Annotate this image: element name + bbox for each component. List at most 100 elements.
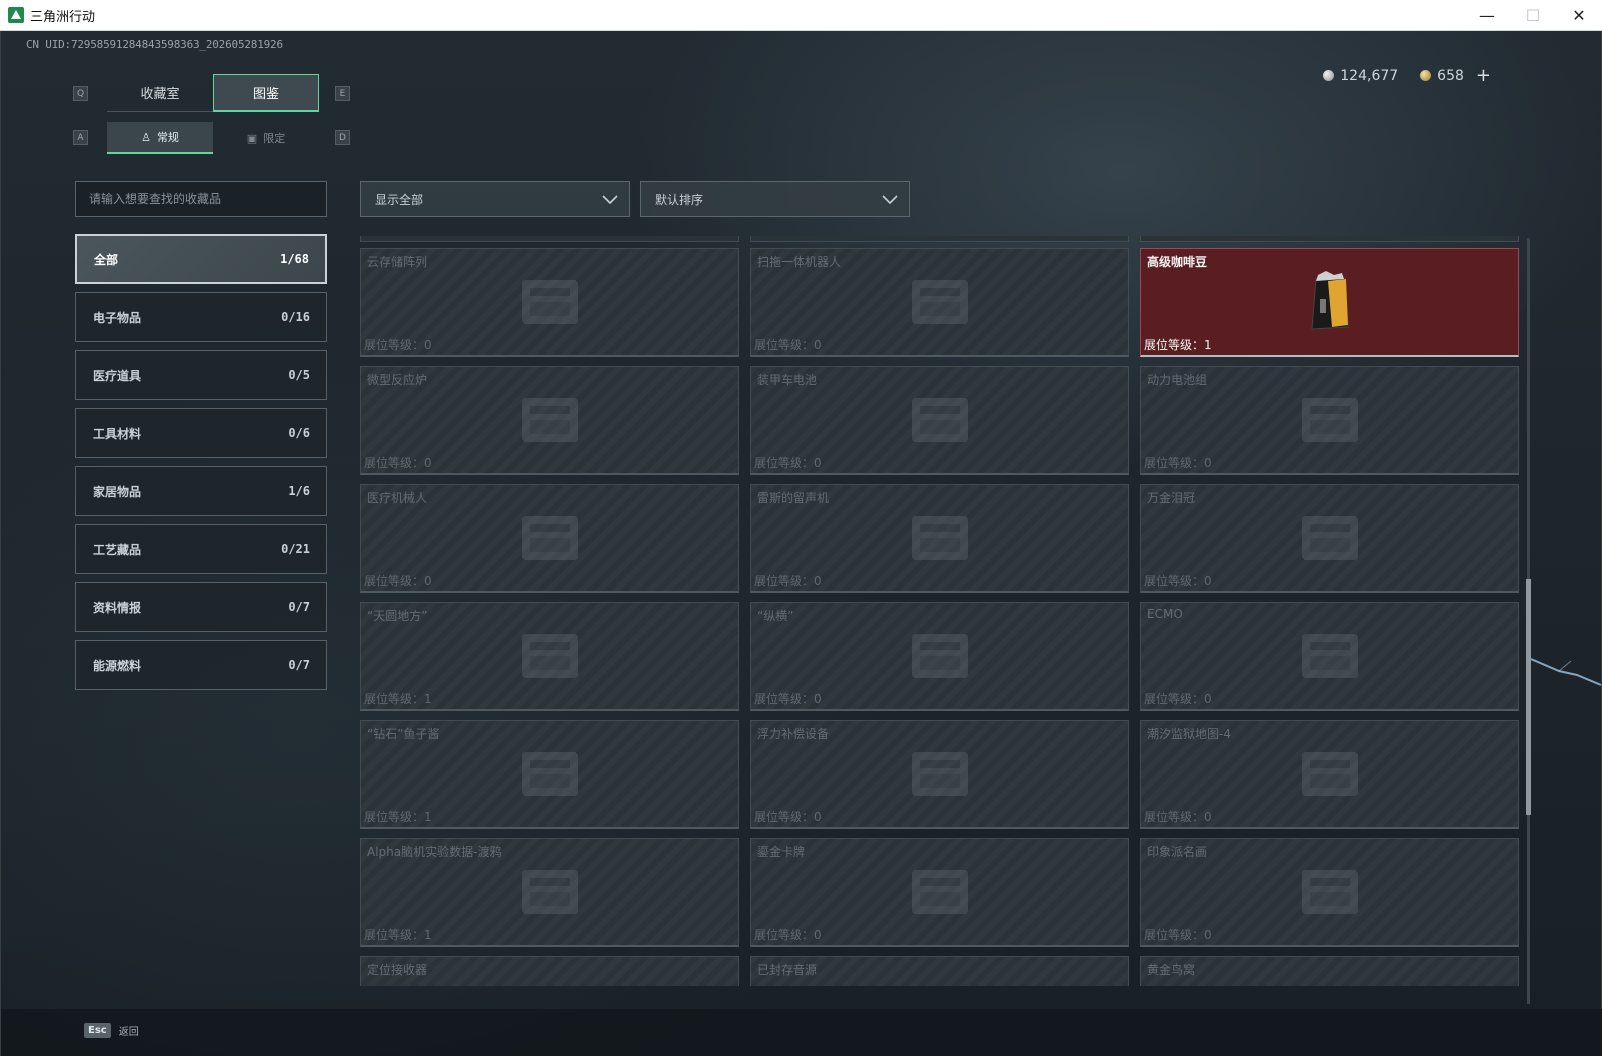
collection-tile[interactable]: “钻石”鱼子酱 展位等级：1 (360, 720, 739, 829)
collection-tile[interactable]: 鎏金卡牌 展位等级：0 (750, 838, 1129, 947)
subtab-regular[interactable]: ♙ 常规 (107, 122, 213, 154)
category-count: 0/7 (288, 658, 310, 672)
collection-tile[interactable]: 云存储阵列 展位等级：0 (360, 248, 739, 357)
collection-grid: 云存储阵列 展位等级：0 扫拖一体机器人 展位等级：0 高级咖啡豆 展位等级：1 微型反应炉… (360, 236, 1522, 1006)
subtab-limited[interactable]: ▣ 限定 (213, 122, 319, 154)
tile-level: 展位等级：0 (1144, 692, 1212, 706)
sort-dropdown[interactable]: 默认排序 (640, 181, 910, 217)
tile-level: 展位等级：0 (754, 338, 822, 352)
category-label: 家居物品 (93, 484, 142, 499)
category-count: 0/16 (281, 310, 310, 324)
tile-name: 印象派名画 (1147, 845, 1208, 859)
silver-amount: 124,677 (1340, 67, 1399, 84)
main-tabs: 收藏室 图鉴 (107, 74, 319, 112)
user-uid: CN UID:72958591284843598363_202605281926 (26, 38, 283, 51)
tile-level: 展位等级：1 (364, 692, 432, 706)
close-button[interactable]: ✕ (1556, 0, 1602, 31)
category-all[interactable]: 全部 1/68 (75, 234, 327, 284)
collection-tile[interactable]: 黄金鸟窝 (1140, 956, 1519, 986)
machine-icon (1301, 634, 1358, 678)
key-hint-a: A (73, 130, 88, 145)
next-row-remnant: 定位接收器 已封存音源 黄金鸟窝 (360, 956, 1522, 986)
app-logo-icon (8, 7, 24, 23)
tab-codex[interactable]: 图鉴 (213, 74, 319, 112)
esc-key-hint: Esc (84, 1023, 111, 1038)
add-currency-button[interactable]: + (1476, 65, 1491, 86)
tile-name: “钻石”鱼子酱 (367, 727, 440, 741)
collection-tile[interactable]: 万金泪冠 展位等级：0 (1140, 484, 1519, 593)
category-label: 全部 (94, 252, 119, 267)
category-label: 工艺藏品 (93, 542, 142, 557)
currency-bar: 124,677 658 + (1323, 65, 1491, 86)
previous-row-remnant (360, 236, 1522, 242)
tile-name: Alpha脑机实验数据-渡鸦 (367, 845, 502, 859)
category-medical[interactable]: 医疗道具 0/5 (75, 350, 327, 400)
category-intel[interactable]: 资料情报 0/7 (75, 582, 327, 632)
key-hint-q: Q (73, 86, 88, 101)
window-titlebar: 三角洲行动 — ☐ ✕ (0, 0, 1602, 31)
collection-tiles: 云存储阵列 展位等级：0 扫拖一体机器人 展位等级：0 高级咖啡豆 展位等级：1 微型反应炉… (360, 248, 1522, 947)
tile-name: 鎏金卡牌 (757, 845, 806, 859)
collection-tile[interactable]: 已封存音源 (750, 956, 1129, 986)
tile-name: ECMO (1147, 607, 1183, 621)
collection-tile[interactable]: 动力电池组 展位等级：0 (1140, 366, 1519, 475)
collection-tile[interactable]: 微型反应炉 展位等级：0 (360, 366, 739, 475)
category-household[interactable]: 家居物品 1/6 (75, 466, 327, 516)
tile-level: 展位等级：0 (1144, 574, 1212, 588)
collection-tile[interactable]: 高级咖啡豆 展位等级：1 (1140, 248, 1519, 357)
back-button[interactable]: Esc 返回 (84, 1023, 139, 1038)
battery-icon (911, 398, 968, 442)
tile-level: 展位等级：0 (1144, 810, 1212, 824)
reactor-icon (521, 398, 578, 442)
tile-remnant (750, 236, 1129, 242)
collection-tile[interactable]: Alpha脑机实验数据-渡鸦 展位等级：1 (360, 838, 739, 947)
collection-tile[interactable]: “天圆地方” 展位等级：1 (360, 602, 739, 711)
game-viewport: CN UID:72958591284843598363_202605281926… (0, 31, 1602, 1056)
tile-level: 展位等级：0 (754, 574, 822, 588)
server-icon (521, 280, 578, 324)
tile-name: 潮汐监狱地图-4 (1147, 727, 1231, 741)
display-filter-dropdown[interactable]: 显示全部 (360, 181, 630, 217)
collection-tile[interactable]: 扫拖一体机器人 展位等级：0 (750, 248, 1129, 357)
collection-tile[interactable]: 医疗机械人 展位等级：0 (360, 484, 739, 593)
collection-tile[interactable]: 潮汐监狱地图-4 展位等级：0 (1140, 720, 1519, 829)
image-icon: ▣ (246, 131, 258, 145)
silver-coin-icon (1323, 70, 1335, 81)
tab-collection-room[interactable]: 收藏室 (107, 74, 213, 112)
category-label: 资料情报 (93, 600, 142, 615)
collection-tile[interactable]: 定位接收器 (360, 956, 739, 986)
collection-tile[interactable]: 印象派名画 展位等级：0 (1140, 838, 1519, 947)
tile-name: 已封存音源 (757, 963, 818, 977)
robot-icon (911, 280, 968, 324)
collection-tile[interactable]: ECMO 展位等级：0 (1140, 602, 1519, 711)
minimize-button[interactable]: — (1464, 0, 1510, 31)
search-input[interactable] (75, 181, 327, 217)
collection-tile[interactable]: 装甲车电池 展位等级：0 (750, 366, 1129, 475)
tile-name: 医疗机械人 (367, 491, 428, 505)
tile-name: 高级咖啡豆 (1147, 255, 1208, 269)
category-electronics[interactable]: 电子物品 0/16 (75, 292, 327, 342)
category-label: 工具材料 (93, 426, 142, 441)
category-crafts[interactable]: 工艺藏品 0/21 (75, 524, 327, 574)
tile-name: 微型反应炉 (367, 373, 428, 387)
display-filter-value: 显示全部 (375, 192, 424, 207)
collection-tile[interactable]: 雷斯的留声机 展位等级：0 (750, 484, 1129, 593)
figure-icon: ♙ (141, 130, 151, 144)
collection-tile[interactable]: 浮力补偿设备 展位等级：0 (750, 720, 1129, 829)
collection-tile[interactable]: “纵横” 展位等级：0 (750, 602, 1129, 711)
category-label: 医疗道具 (93, 368, 142, 383)
maximize-button[interactable]: ☐ (1510, 0, 1556, 31)
category-tools[interactable]: 工具材料 0/6 (75, 408, 327, 458)
category-count: 0/7 (288, 600, 310, 614)
chevron-down-icon (602, 195, 618, 205)
category-count: 0/6 (288, 426, 310, 440)
drive-icon (521, 870, 578, 914)
tile-remnant (360, 236, 739, 242)
scrollbar-thumb[interactable] (1526, 579, 1531, 815)
category-label: 能源燃料 (93, 658, 142, 673)
tile-name: “天圆地方” (367, 609, 428, 623)
tile-name: 云存储阵列 (367, 255, 428, 269)
painting-icon (1301, 870, 1358, 914)
tile-level: 展位等级：0 (754, 810, 822, 824)
category-energy[interactable]: 能源燃料 0/7 (75, 640, 327, 690)
